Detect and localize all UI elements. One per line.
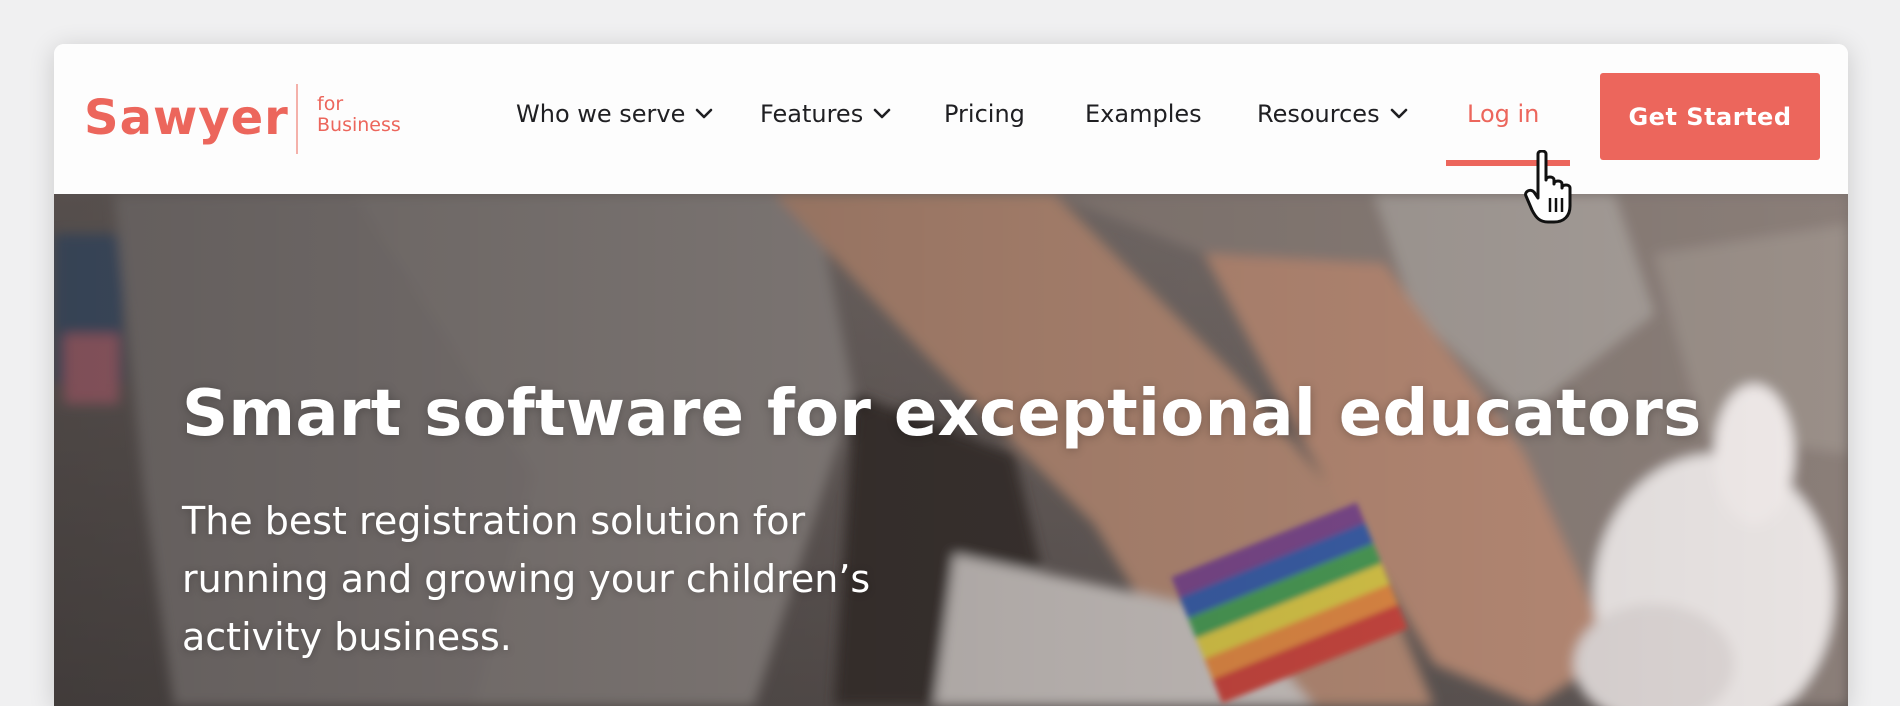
nav-resources[interactable]: Resources <box>1257 94 1408 134</box>
hand-pointer-icon <box>1524 150 1572 224</box>
nav-examples-label: Examples <box>1085 100 1202 128</box>
nav-examples[interactable]: Examples <box>1085 94 1202 134</box>
logo-divider <box>296 84 298 154</box>
hero-section: Smart software for exceptional educators… <box>54 194 1848 706</box>
get-started-button[interactable]: Get Started <box>1600 73 1820 160</box>
nav-login-label: Log in <box>1467 100 1540 128</box>
hero-subtitle-line3: activity business. <box>182 615 512 659</box>
hero-subtitle-line2: running and growing your children’s <box>182 557 871 601</box>
nav-features-label: Features <box>760 100 864 128</box>
logo-subtitle-line2: Business <box>317 114 401 136</box>
chevron-down-icon <box>696 108 713 119</box>
nav-resources-label: Resources <box>1257 100 1380 128</box>
nav-who-we-serve-label: Who we serve <box>516 100 686 128</box>
nav-pricing-label: Pricing <box>944 100 1025 128</box>
nav-features[interactable]: Features <box>760 94 891 134</box>
browser-page: Sawyer for Business Who we serve Feature… <box>54 44 1848 706</box>
hero-title: Smart software for exceptional educators <box>182 377 1702 451</box>
logo-wordmark: Sawyer <box>84 90 289 146</box>
chevron-down-icon <box>1390 108 1407 119</box>
logo-subtitle: for Business <box>317 94 417 136</box>
hero-subtitle-line1: The best registration solution for <box>182 499 806 543</box>
nav-pricing[interactable]: Pricing <box>944 94 1025 134</box>
chevron-down-icon <box>873 108 891 119</box>
nav-login-link[interactable]: Log in <box>1467 94 1539 134</box>
hero-subtitle: The best registration solution for runni… <box>182 492 942 666</box>
nav-who-we-serve[interactable]: Who we serve <box>516 94 713 134</box>
logo-subtitle-line1: for <box>317 93 344 115</box>
